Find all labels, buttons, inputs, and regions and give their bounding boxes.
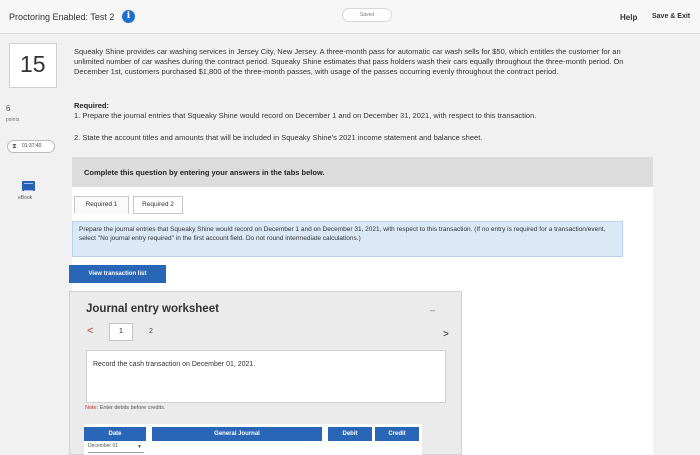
view-transaction-list-button[interactable]: View transaction list (69, 265, 166, 283)
instruction-banner: Complete this question by entering your … (72, 157, 653, 187)
note-text: Enter debits before credits. (99, 405, 166, 411)
column-header-credit: Credit (375, 427, 419, 441)
journal-table: Date General Journal Debit Credit Decemb… (84, 424, 422, 455)
quiz-title: Proctoring Enabled: Test 2 (9, 12, 115, 22)
page-button-2[interactable]: 2 (149, 328, 153, 335)
timer-value: 01:37:40 (22, 143, 42, 149)
date-select-value: December 01 (88, 443, 119, 449)
note-label: Note: (85, 405, 99, 411)
top-bar: Proctoring Enabled: Test 2 i Saved Help … (0, 0, 700, 34)
record-instruction: Record the cash transaction on December … (93, 361, 256, 368)
column-header-date: Date (84, 427, 146, 441)
info-icon[interactable]: i (122, 10, 135, 23)
required-title: Required: (74, 101, 110, 110)
prompt-box: Prepare the journal entries that Squeaky… (72, 221, 623, 257)
help-button[interactable]: Help (620, 13, 637, 22)
saved-status: Saved (342, 8, 392, 22)
ebook-icon[interactable] (22, 181, 35, 191)
required-1-text: 1. Prepare the journal entries that Sque… (74, 111, 537, 120)
record-box (86, 350, 446, 403)
instruction-text: Complete this question by entering your … (84, 168, 325, 177)
note: Note: Enter debits before credits. (85, 405, 165, 411)
chevron-right-icon[interactable]: > (443, 329, 449, 340)
question-text: Squeaky Shine provides car washing servi… (74, 47, 624, 76)
page-button-1[interactable]: 1 (109, 323, 133, 341)
chevron-down-icon: ▼ (137, 444, 142, 450)
chevron-left-icon[interactable]: < (87, 325, 93, 337)
required-2-text: 2. State the account titles and amounts … (74, 133, 483, 142)
column-header-general-journal: General Journal (152, 427, 322, 441)
column-header-debit: Debit (328, 427, 372, 441)
save-exit-button[interactable]: Save & Exit (652, 13, 690, 20)
timer: ⧗ 01:37:40 (7, 140, 55, 153)
points-label: points (6, 117, 20, 123)
ebook-label[interactable]: eBook (18, 195, 32, 201)
tab-required-2[interactable]: Required 2 (133, 196, 183, 214)
tab-required-1[interactable]: Required 1 (74, 196, 129, 214)
worksheet-title: Journal entry worksheet (86, 303, 219, 315)
hourglass-icon: ⧗ (12, 143, 17, 150)
collapse-icon[interactable]: – (430, 305, 435, 315)
date-select[interactable]: December 01 ▼ (88, 443, 144, 453)
question-number: 15 (20, 51, 46, 77)
points-value: 6 (6, 104, 11, 113)
